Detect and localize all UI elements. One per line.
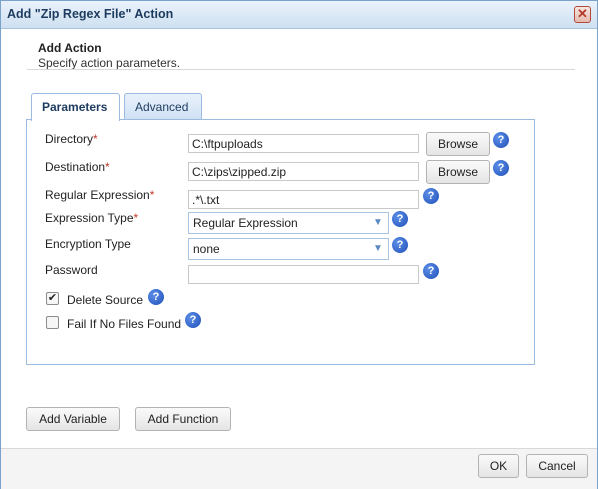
tab-parameters[interactable]: Parameters (31, 93, 120, 121)
directory-help-icon[interactable]: ? (493, 132, 509, 148)
directory-label: Directory* (45, 132, 98, 146)
directory-input[interactable]: C:\ftpuploads (188, 134, 419, 153)
destination-help-icon[interactable]: ? (493, 160, 509, 176)
add-function-button[interactable]: Add Function (135, 407, 231, 431)
tab-advanced[interactable]: Advanced (124, 93, 202, 120)
delete-source-checkbox[interactable]: ✔ (46, 292, 59, 305)
delete-source-label: Delete Source (67, 293, 144, 307)
regex-help-icon[interactable]: ? (423, 188, 439, 204)
delete-source-help-icon[interactable]: ? (148, 289, 164, 305)
add-variable-button[interactable]: Add Variable (26, 407, 120, 431)
header-title: Add Action (38, 41, 102, 55)
destination-input[interactable]: C:\zips\zipped.zip (188, 162, 419, 181)
dialog-window: Add "Zip Regex File" Action ✕ Add Action… (0, 0, 598, 489)
password-label: Password (45, 263, 98, 277)
header-section: Add Action Specify action parameters. (38, 41, 180, 70)
header-subtitle: Specify action parameters. (38, 56, 181, 70)
title-bar: Add "Zip Regex File" Action ✕ (1, 1, 597, 29)
close-icon[interactable]: ✕ (574, 6, 591, 23)
chevron-down-icon: ▼ (373, 243, 383, 254)
dialog-title: Add "Zip Regex File" Action (7, 7, 174, 21)
expression-type-value: Regular Expression (193, 216, 298, 230)
header-divider (27, 69, 575, 70)
fail-if-no-files-checkbox[interactable] (46, 316, 59, 329)
chevron-down-icon: ▼ (373, 217, 383, 228)
encryption-type-value: none (193, 242, 220, 256)
expression-type-label: Expression Type* (45, 211, 139, 225)
fail-if-no-files-label: Fail If No Files Found (67, 317, 182, 331)
expression-type-select[interactable]: Regular Expression ▼ (188, 212, 389, 234)
password-input[interactable] (188, 265, 419, 284)
destination-label: Destination* (45, 160, 110, 174)
encryption-type-select[interactable]: none ▼ (188, 238, 389, 260)
directory-browse-button[interactable]: Browse (426, 132, 490, 156)
expression-type-help-icon[interactable]: ? (392, 211, 408, 227)
fail-if-no-files-help-icon[interactable]: ? (185, 312, 201, 328)
ok-button[interactable]: OK (478, 454, 519, 478)
encryption-type-label: Encryption Type (45, 237, 131, 251)
password-help-icon[interactable]: ? (423, 263, 439, 279)
regex-input[interactable]: .*\.txt (188, 190, 419, 209)
cancel-button[interactable]: Cancel (526, 454, 588, 478)
destination-browse-button[interactable]: Browse (426, 160, 490, 184)
encryption-type-help-icon[interactable]: ? (392, 237, 408, 253)
regex-label: Regular Expression* (45, 188, 155, 202)
